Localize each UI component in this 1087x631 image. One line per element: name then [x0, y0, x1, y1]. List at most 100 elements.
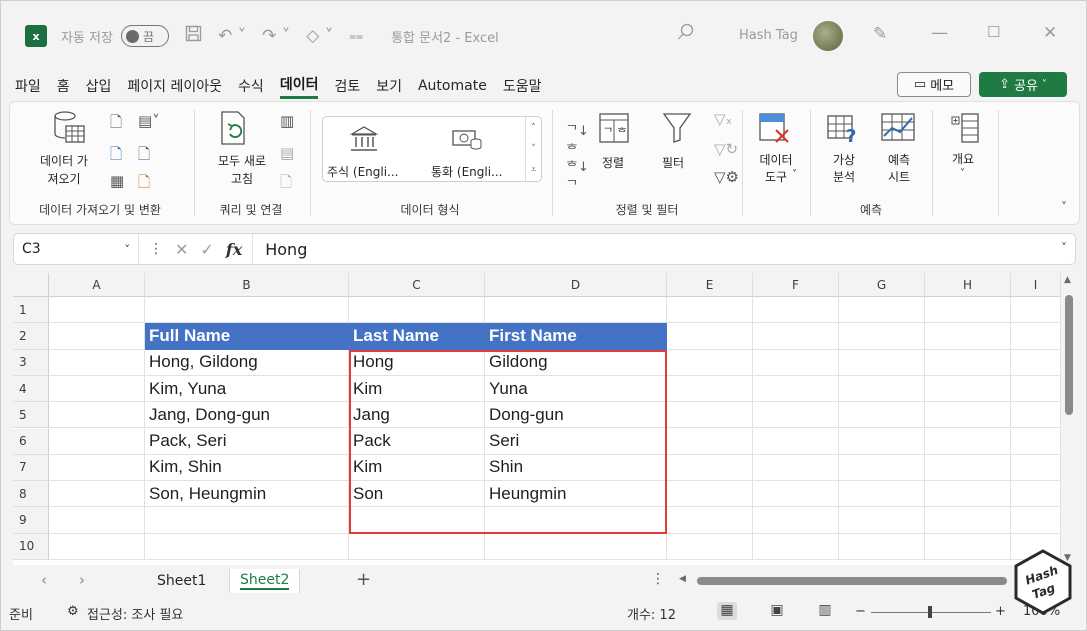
currency-label[interactable]: 통화 (Engli... — [431, 163, 503, 180]
menu-insert[interactable]: 삽입 — [86, 76, 112, 96]
what-if-icon[interactable]: ? — [826, 112, 860, 151]
row-header-6[interactable]: 6 — [13, 428, 49, 455]
cell-f5[interactable] — [753, 402, 839, 429]
sort-descending-icon[interactable]: ᄒ↓ ᄀ — [566, 156, 589, 194]
edit-links-icon[interactable]: 🗋 — [280, 172, 292, 197]
cell-c3[interactable]: Hong — [349, 349, 485, 376]
column-header-a[interactable]: A — [49, 273, 145, 297]
cell-d4[interactable]: Yuna — [485, 375, 667, 403]
page-break-view-icon[interactable]: ▥ — [815, 602, 835, 620]
select-all-corner[interactable] — [13, 273, 49, 297]
row-header-9[interactable]: 9 — [13, 507, 49, 534]
cell-a3[interactable] — [49, 349, 145, 376]
cell-a1[interactable] — [49, 297, 145, 324]
cell-b4[interactable]: Kim, Yuna — [145, 375, 349, 403]
cell-d5[interactable]: Dong-gun — [485, 402, 667, 429]
h-scroll-thumb[interactable] — [697, 577, 1007, 585]
cell-b8[interactable]: Son, Heungmin — [145, 481, 349, 508]
cell-d1[interactable] — [485, 297, 667, 324]
menu-data[interactable]: 데이터 — [279, 74, 319, 99]
queries-connections-icon[interactable]: ▥ — [280, 112, 294, 130]
more-tabs-icon[interactable]: ⋮ — [651, 571, 665, 587]
cell-i2[interactable] — [1011, 323, 1061, 350]
ribbon-collapse-icon[interactable]: ˅ — [1061, 200, 1067, 214]
cell-a6[interactable] — [49, 428, 145, 455]
row-header-10[interactable]: 10 — [13, 533, 49, 560]
undo-icon[interactable]: ↶ ˅ — [218, 26, 246, 46]
zoom-in-icon[interactable]: + — [995, 604, 1006, 619]
cell-i8[interactable] — [1011, 481, 1061, 508]
cell-f2[interactable] — [753, 323, 839, 350]
cell-b5[interactable]: Jang, Dong-gun — [145, 402, 349, 429]
add-sheet-button[interactable]: + — [356, 569, 371, 590]
prev-sheet-icon[interactable]: ‹ — [41, 571, 47, 589]
row-header-7[interactable]: 7 — [13, 454, 49, 482]
menu-review[interactable]: 검토 — [334, 76, 360, 96]
insert-function-icon[interactable]: fx — [226, 240, 242, 259]
sort-ascending-icon[interactable]: ᄀ↓ ᄒ — [566, 120, 589, 158]
existing-connections-icon[interactable]: 🗋 — [138, 144, 150, 169]
cell-g3[interactable] — [839, 349, 925, 376]
cell-g10[interactable] — [839, 533, 925, 560]
cell-a8[interactable] — [49, 481, 145, 508]
cell-d7[interactable]: Shin — [485, 454, 667, 482]
sort-icon[interactable]: ᄀᄒ — [598, 112, 630, 151]
memo-button[interactable]: ▭ 메모 — [897, 72, 971, 97]
cell-f1[interactable] — [753, 297, 839, 324]
stocks-label[interactable]: 주식 (Engli... — [327, 163, 399, 180]
cell-a10[interactable] — [49, 533, 145, 560]
redo-icon[interactable]: ↷ ˅ — [262, 26, 290, 46]
cell-i9[interactable] — [1011, 507, 1061, 534]
cell-d10[interactable] — [485, 533, 667, 560]
zoom-out-icon[interactable]: − — [855, 604, 866, 619]
cell-f4[interactable] — [753, 375, 839, 403]
stocks-icon[interactable] — [349, 125, 379, 160]
cell-e2[interactable] — [667, 323, 753, 350]
from-web-icon[interactable]: 🗋 — [110, 144, 122, 169]
row-header-5[interactable]: 5 — [13, 402, 49, 429]
cell-h10[interactable] — [925, 533, 1011, 560]
properties-icon[interactable]: ▤ — [280, 144, 294, 162]
vertical-scrollbar[interactable]: ▲ ▼ — [1061, 273, 1076, 565]
row-header-4[interactable]: 4 — [13, 375, 49, 403]
user-avatar[interactable] — [813, 21, 843, 51]
more-options-icon[interactable]: ⋮ — [149, 241, 163, 257]
forecast-sheet-label[interactable]: 예측 시트 — [876, 152, 922, 186]
database-table-icon[interactable] — [52, 110, 86, 153]
cell-i5[interactable] — [1011, 402, 1061, 429]
cell-i7[interactable] — [1011, 454, 1061, 482]
column-header-g[interactable]: G — [839, 273, 925, 297]
column-header-f[interactable]: F — [753, 273, 839, 297]
sort-label[interactable]: 정렬 — [602, 154, 624, 171]
cell-d9[interactable] — [485, 507, 667, 534]
close-icon[interactable]: ✕ — [1043, 23, 1057, 43]
cell-b10[interactable] — [145, 533, 349, 560]
cell-e8[interactable] — [667, 481, 753, 508]
search-icon[interactable] — [677, 23, 695, 46]
cell-b2[interactable]: Full Name — [145, 323, 349, 350]
accessibility-status[interactable]: 접근성: 조사 필요 — [87, 604, 183, 623]
currency-icon[interactable] — [451, 125, 483, 160]
cell-f3[interactable] — [753, 349, 839, 376]
cell-g1[interactable] — [839, 297, 925, 324]
cell-c7[interactable]: Kim — [349, 454, 485, 482]
horizontal-scrollbar[interactable]: ◀ — [675, 574, 1015, 587]
scroll-up-icon[interactable]: ▲ — [1064, 275, 1071, 285]
minimize-icon[interactable]: — — [931, 23, 948, 43]
cell-f9[interactable] — [753, 507, 839, 534]
menu-help[interactable]: 도움말 — [503, 76, 542, 96]
cell-i1[interactable] — [1011, 297, 1061, 324]
cell-d3[interactable]: Gildong — [485, 349, 667, 376]
cell-i4[interactable] — [1011, 375, 1061, 403]
cell-g5[interactable] — [839, 402, 925, 429]
cell-d6[interactable]: Seri — [485, 428, 667, 455]
user-name[interactable]: Hash Tag — [739, 28, 798, 43]
from-table-icon[interactable]: ▦ — [110, 172, 124, 190]
column-header-d[interactable]: D — [485, 273, 667, 297]
page-layout-view-icon[interactable]: ▣ — [767, 602, 787, 620]
cell-c10[interactable] — [349, 533, 485, 560]
filter-label[interactable]: 필터 — [662, 154, 684, 171]
filter-icon[interactable] — [662, 112, 692, 151]
cell-g2[interactable] — [839, 323, 925, 350]
accessibility-icon[interactable]: ⚙ — [67, 604, 79, 619]
